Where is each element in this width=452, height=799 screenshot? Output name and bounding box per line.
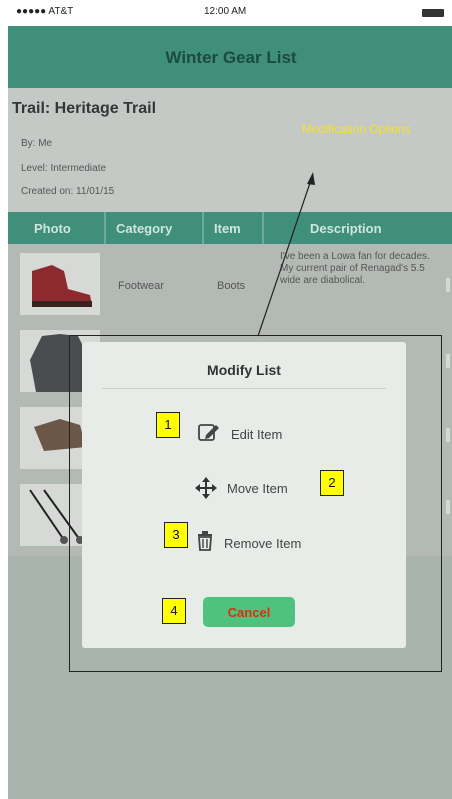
- move-item-option[interactable]: Move Item: [227, 481, 288, 496]
- edit-icon: [198, 422, 220, 447]
- phone-screen: ●●●●● AT&T 12:00 AM Winter Gear List Tra…: [8, 0, 452, 799]
- modify-list-dialog: Modify List 1 Edit Item Move Item 2 3 Re…: [82, 342, 406, 648]
- move-icon: [194, 476, 218, 505]
- callout-1: 1: [156, 412, 180, 438]
- dialog-divider: [102, 388, 386, 389]
- callout-4: 4: [162, 598, 186, 624]
- cancel-button[interactable]: Cancel: [203, 597, 295, 627]
- callout-3: 3: [164, 522, 188, 548]
- dialog-title: Modify List: [207, 362, 281, 378]
- remove-item-option[interactable]: Remove Item: [224, 536, 301, 551]
- trash-icon: [196, 531, 214, 556]
- edit-item-option[interactable]: Edit Item: [231, 427, 282, 442]
- callout-2: 2: [320, 470, 344, 496]
